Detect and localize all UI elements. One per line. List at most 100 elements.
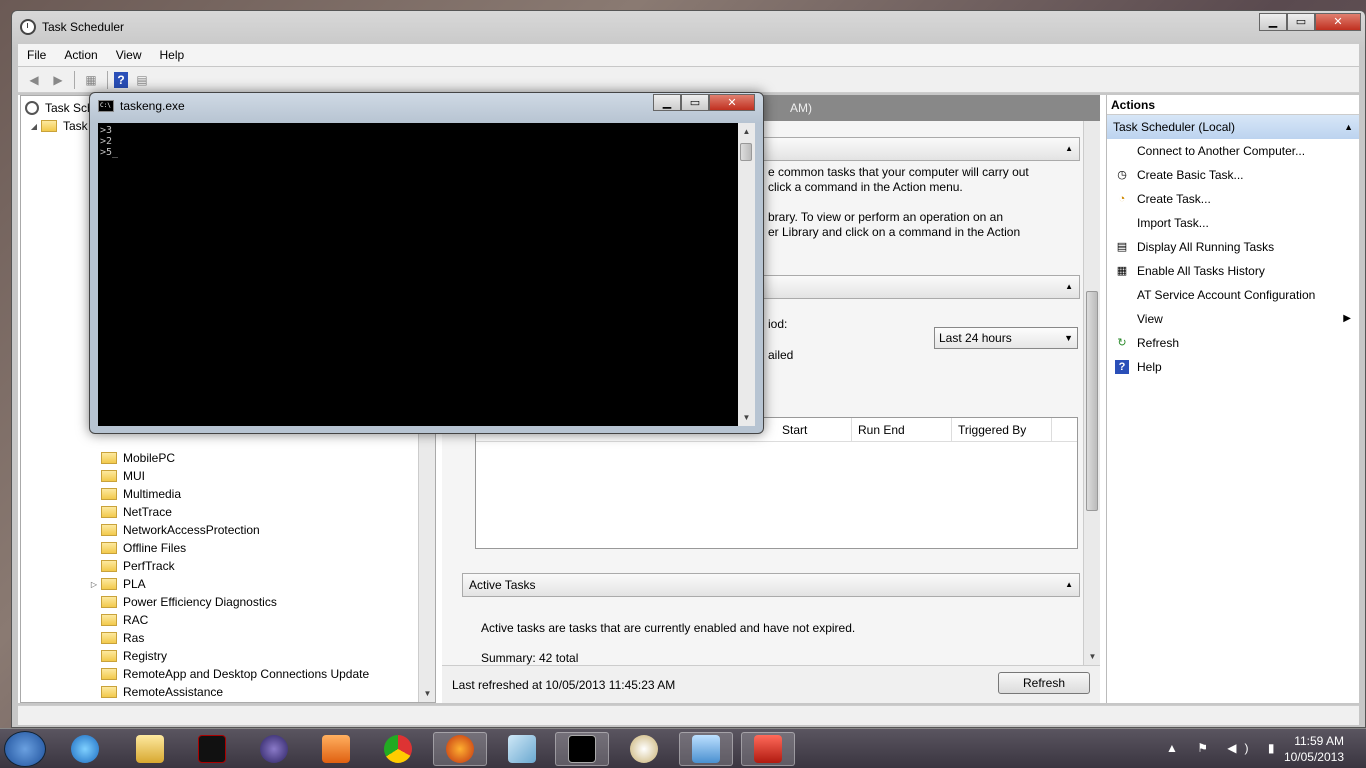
media-player-icon — [322, 735, 350, 763]
console-maximize-button[interactable]: ▭ — [681, 94, 709, 111]
folder-icon — [136, 735, 164, 763]
action-connect[interactable]: Connect to Another Computer... — [1107, 139, 1359, 163]
toolbar-separator — [74, 70, 75, 89]
tree-item-label: RemoteApp and Desktop Connections Update — [123, 667, 370, 681]
console-close-button[interactable]: ✕ — [709, 94, 755, 111]
action-create-task[interactable]: ◔ Create Task... — [1107, 187, 1359, 211]
taskbar-cmd[interactable] — [555, 732, 609, 766]
back-arrow-icon[interactable]: ◀ — [24, 71, 44, 89]
menu-help[interactable]: Help — [151, 48, 194, 62]
tree-item[interactable]: Power Efficiency Diagnostics — [101, 593, 277, 611]
scroll-down-icon[interactable]: ▼ — [419, 685, 435, 702]
tray-icons[interactable]: ▲ ⚑ ◀) ▮ — [1166, 741, 1282, 755]
maximize-button[interactable]: ▭ — [1287, 13, 1315, 31]
menu-action[interactable]: Action — [55, 48, 106, 62]
tree-item[interactable]: MobilePC — [101, 449, 175, 467]
help-icon[interactable]: ? — [114, 71, 128, 88]
collapse-arrow-icon[interactable]: ▲ — [1065, 574, 1073, 596]
action-help[interactable]: ? Help — [1107, 355, 1359, 379]
taskbar-explorer[interactable] — [123, 732, 177, 766]
tree-item-label: RemoteAssistance — [123, 685, 224, 699]
console-window: C:\ taskeng.exe ▁ ▭ ✕ >3 >2 >5_ ▲ ▼ — [89, 92, 764, 434]
action-at-service[interactable]: AT Service Account Configuration — [1107, 283, 1359, 307]
taskbar-media[interactable] — [309, 732, 363, 766]
tree-item[interactable]: RAC — [101, 611, 148, 629]
task-scheduler-icon — [692, 735, 720, 763]
action-refresh[interactable]: ↻ Refresh — [1107, 331, 1359, 355]
taskbar-firefox[interactable] — [433, 732, 487, 766]
taskbar-task-scheduler[interactable] — [679, 732, 733, 766]
title-bar[interactable]: Task Scheduler ▁ ▭ ✕ — [12, 11, 1365, 43]
tree-item[interactable]: PerfTrack — [101, 557, 175, 575]
tree-item[interactable]: RemoteApp and Desktop Connections Update — [101, 665, 369, 683]
show-hide-action-pane-icon[interactable]: ▤ — [132, 71, 152, 89]
taskbar-chrome[interactable] — [371, 732, 425, 766]
folder-icon — [101, 524, 117, 536]
action-view[interactable]: View ▶ — [1107, 307, 1359, 331]
console-minimize-button[interactable]: ▁ — [653, 94, 681, 111]
action-label: Display All Running Tasks — [1137, 240, 1275, 254]
action-label: Create Basic Task... — [1137, 168, 1244, 182]
show-hide-console-tree-icon[interactable]: ▦ — [81, 71, 101, 89]
action-display-running[interactable]: ▤ Display All Running Tasks — [1107, 235, 1359, 259]
action-enable-history[interactable]: ▦ Enable All Tasks History — [1107, 259, 1359, 283]
expand-triangle-icon[interactable]: ▷ — [89, 580, 99, 589]
refresh-button[interactable]: Refresh — [998, 672, 1090, 694]
tree-item-label: Offline Files — [123, 541, 187, 555]
tree-item[interactable]: NetTrace — [101, 503, 172, 521]
period-select[interactable]: Last 24 hours ▼ — [934, 327, 1078, 349]
collapse-arrow-icon[interactable]: ▲ — [1344, 115, 1353, 139]
minimize-button[interactable]: ▁ — [1259, 13, 1287, 31]
console-output[interactable]: >3 >2 >5_ — [98, 123, 746, 426]
collapse-triangle-icon[interactable]: ◢ — [29, 122, 39, 131]
tree-item[interactable]: RemoteAssistance — [101, 683, 223, 701]
menu-view[interactable]: View — [107, 48, 151, 62]
start-button[interactable] — [4, 731, 46, 767]
folder-icon — [101, 632, 117, 644]
taskbar-paint[interactable] — [617, 732, 671, 766]
console-line: >3 — [100, 125, 113, 136]
column-run-start[interactable]: Start — [776, 418, 852, 442]
forward-arrow-icon[interactable]: ▶ — [48, 71, 68, 89]
action-label: Connect to Another Computer... — [1137, 144, 1306, 158]
folder-icon — [101, 470, 117, 482]
overview-text-2: click a command in the Action menu. — [768, 180, 963, 194]
column-triggered-by[interactable]: Triggered By — [952, 418, 1052, 442]
tree-item-label: PLA — [123, 577, 146, 591]
taskbar-ie[interactable] — [58, 732, 112, 766]
actions-group-header[interactable]: Task Scheduler (Local) ▲ — [1107, 115, 1359, 139]
action-import-task[interactable]: Import Task... — [1107, 211, 1359, 235]
collapse-arrow-icon[interactable]: ▲ — [1065, 138, 1073, 160]
scroll-thumb[interactable] — [1086, 291, 1098, 511]
taskbar-toolbox[interactable] — [741, 732, 795, 766]
action-create-basic-task[interactable]: ◷ Create Basic Task... — [1107, 163, 1359, 187]
tree-item[interactable]: Registry — [101, 647, 167, 665]
scroll-down-icon[interactable]: ▼ — [1084, 648, 1101, 665]
tree-item[interactable]: Offline Files — [101, 539, 186, 557]
tree-item[interactable]: Ras — [101, 629, 144, 647]
taskbar-terminal[interactable] — [185, 732, 239, 766]
action-label: View — [1137, 312, 1163, 326]
console-title-bar[interactable]: C:\ taskeng.exe — [98, 99, 185, 113]
clock-date[interactable]: 10/05/2013 — [1284, 750, 1344, 764]
tree-item[interactable]: Multimedia — [101, 485, 181, 503]
menu-file[interactable]: File — [18, 48, 55, 62]
taskbar-notes[interactable] — [495, 732, 549, 766]
close-button[interactable]: ✕ — [1315, 13, 1361, 31]
console-scrollbar[interactable]: ▲ ▼ — [738, 123, 755, 426]
paint-icon — [630, 735, 658, 763]
tree-item[interactable]: ▷ PLA — [89, 575, 146, 593]
scroll-up-icon[interactable]: ▲ — [738, 123, 755, 140]
scroll-down-icon[interactable]: ▼ — [738, 409, 755, 426]
active-tasks-title: Active Tasks — [469, 578, 536, 592]
folder-icon — [101, 686, 117, 698]
collapse-arrow-icon[interactable]: ▲ — [1065, 276, 1073, 298]
clock-time[interactable]: 11:59 AM — [1294, 734, 1344, 748]
center-scrollbar[interactable]: ▼ — [1083, 121, 1100, 665]
tree-item[interactable]: NetworkAccessProtection — [101, 521, 260, 539]
tree-item[interactable]: MUI — [101, 467, 145, 485]
console-scroll-thumb[interactable] — [740, 143, 752, 161]
active-tasks-section-header[interactable]: Active Tasks ▲ — [462, 573, 1080, 597]
column-run-end[interactable]: Run End — [852, 418, 952, 442]
taskbar-eclipse[interactable] — [247, 732, 301, 766]
